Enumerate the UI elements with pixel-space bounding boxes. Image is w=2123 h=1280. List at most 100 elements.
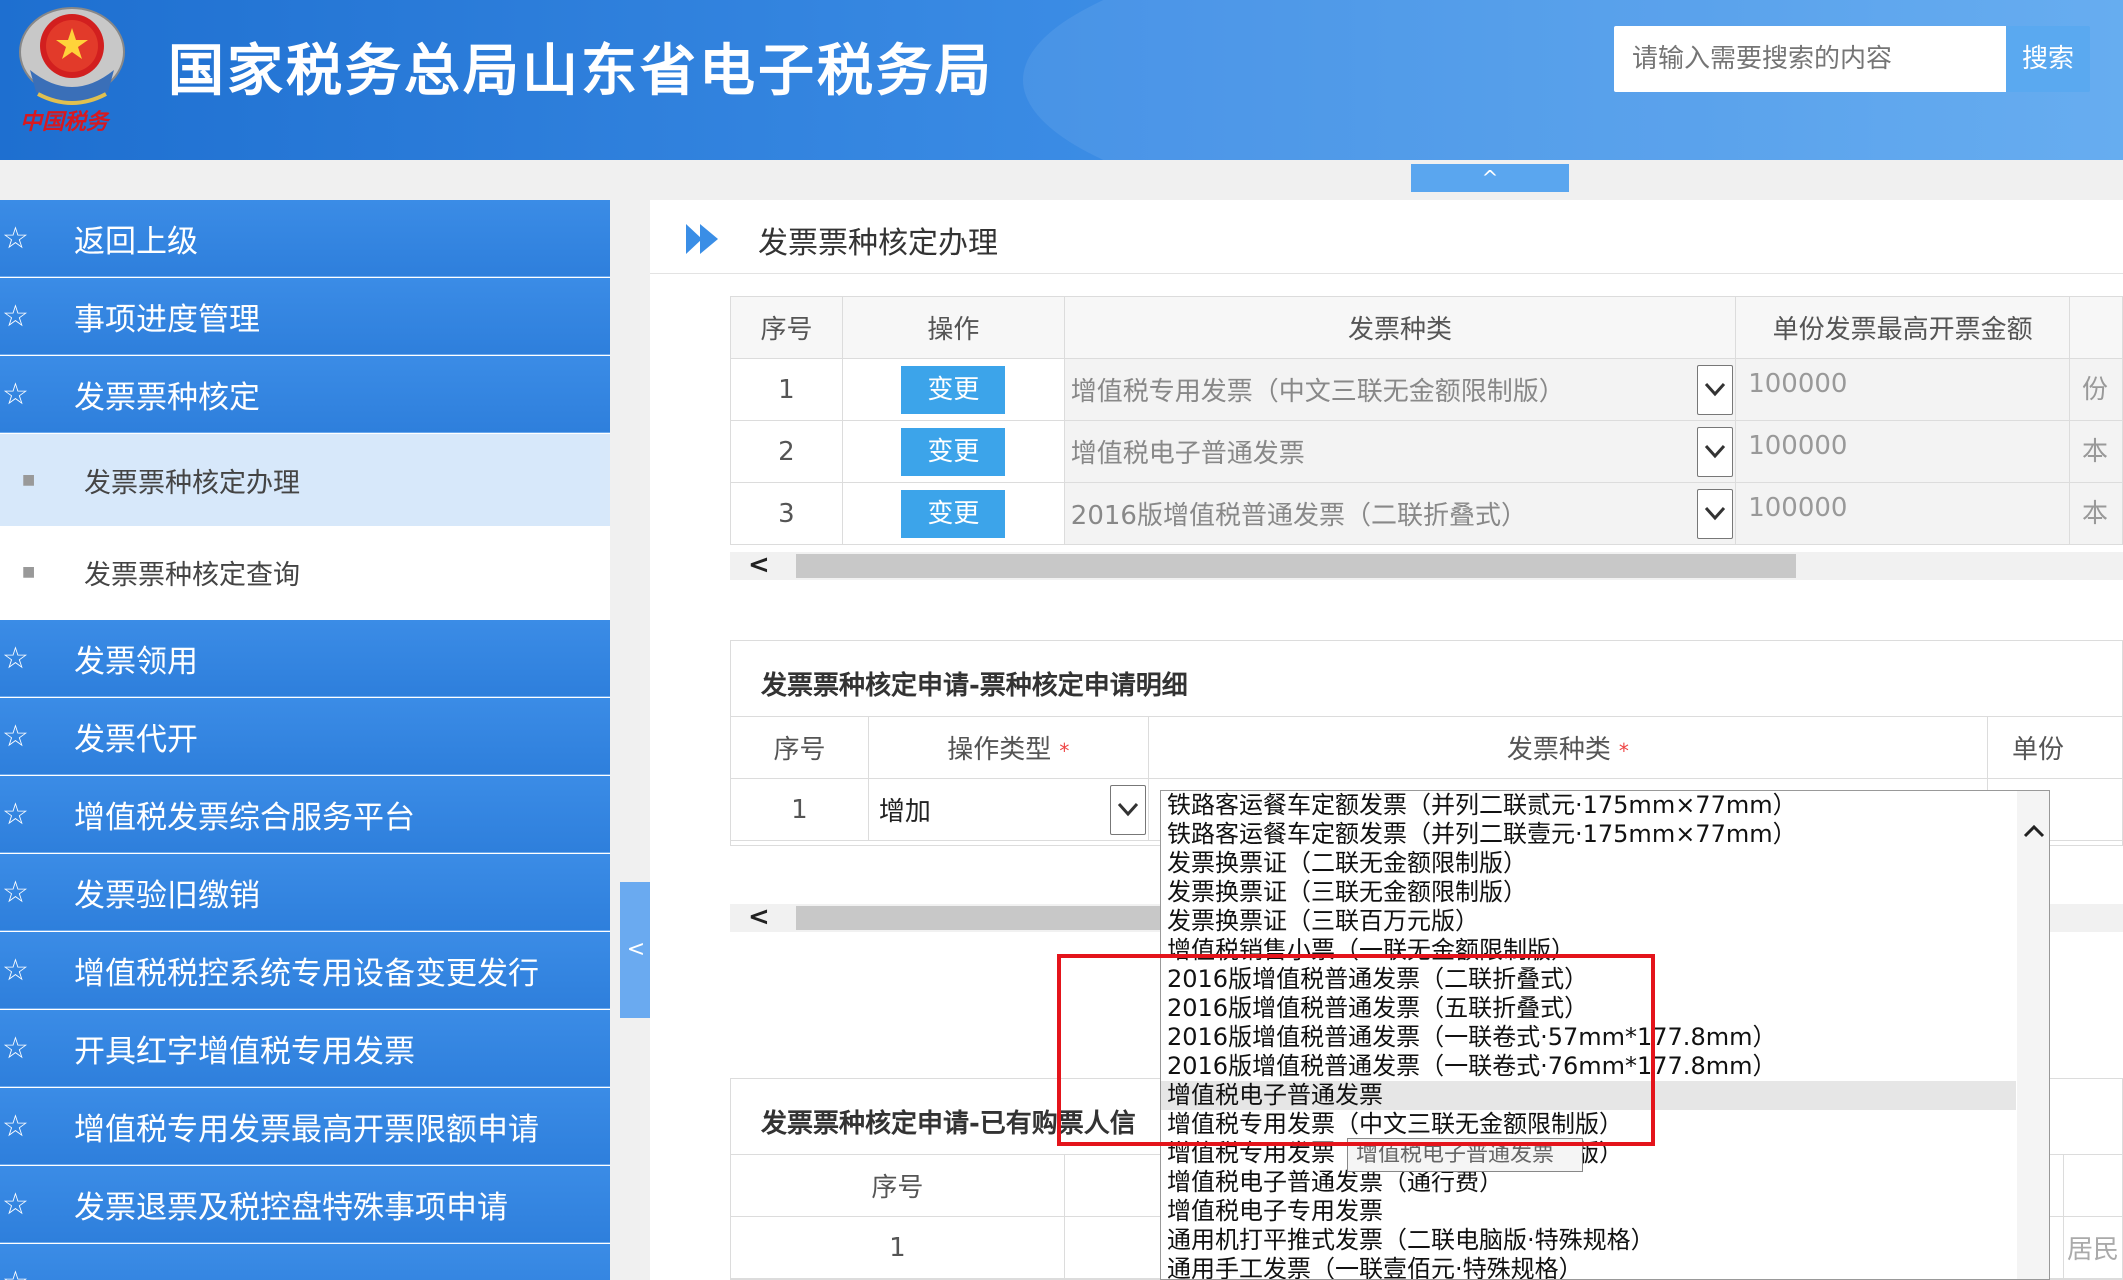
row-number: 3	[730, 482, 843, 545]
sidebar-item-vat-platform[interactable]: ☆ 增值税发票综合服务平台	[0, 776, 610, 853]
chevron-down-icon[interactable]	[1697, 365, 1734, 415]
required-mark: *	[1059, 739, 1070, 763]
max-amount-cell: 100000	[1735, 420, 2070, 483]
section-title: 发票票种核定申请-票种核定申请明细	[761, 671, 1188, 701]
bullet-icon: ■	[22, 564, 36, 580]
bullet-icon: ■	[22, 472, 36, 488]
sidebar-item-invoice-cancel[interactable]: ☆ 发票验旧缴销	[0, 854, 610, 931]
sidebar-item-invoice-receive[interactable]: ☆ 发票领用	[0, 620, 610, 697]
chevron-down-icon[interactable]	[1109, 785, 1146, 835]
scrollbar-thumb[interactable]	[796, 554, 1796, 578]
select-value: 2016版增值税普通发票（二联折叠式）	[1070, 501, 1527, 531]
star-outline-icon: ☆	[2, 376, 29, 412]
unit-cell: 本	[2068, 420, 2123, 483]
select-value: 增值税专用发票（中文三联无金额限制版）	[1070, 377, 1565, 407]
sidebar-subitem-approval-query[interactable]: ■ 发票票种核定查询	[0, 526, 610, 618]
dropdown-option[interactable]: 发票换票证（三联百万元版）	[1167, 907, 1479, 936]
sidebar-item-red-invoice[interactable]: ☆ 开具红字增值税专用发票	[0, 1010, 610, 1087]
row-number: 1	[730, 1216, 1065, 1279]
cell: 居民	[2063, 1216, 2123, 1279]
dropdown-scrollbar[interactable]	[2017, 791, 2049, 1279]
sidebar-item-label: 发票票种核定	[74, 379, 260, 416]
sidebar-item-label: 增值税发票综合服务平台	[74, 799, 415, 836]
change-button[interactable]: 变更	[901, 427, 1006, 476]
dropdown-option[interactable]: 发票换票证（三联无金额限制版）	[1167, 878, 1527, 907]
sidebar-item-back[interactable]: ☆ 返回上级	[0, 200, 610, 277]
column-header-overflow	[2068, 296, 2123, 359]
sidebar-item-invoice-issue[interactable]: ☆ 发票代开	[0, 698, 610, 775]
page-header: 发票票种核定办理	[650, 200, 2123, 274]
table1-horizontal-scrollbar[interactable]: <	[730, 550, 2123, 580]
table-row: 2 变更 增值税电子普通发票 100000 本	[730, 420, 2123, 483]
action-cell: 变更	[841, 482, 1065, 545]
approved-types-table: 序号 操作 发票种类 单份发票最高开票金额 1 变更 增值税专用发票（中文三联无…	[730, 296, 2123, 545]
column-header: 发票种类 *	[1147, 716, 1989, 779]
star-outline-icon: ☆	[2, 874, 29, 910]
change-button[interactable]: 变更	[901, 365, 1006, 414]
action-cell: 变更	[841, 420, 1065, 483]
sidebar-item-label: 发票退票及税控盘特殊事项申请	[74, 1189, 508, 1226]
chevron-down-icon[interactable]	[1697, 489, 1734, 539]
row-number: 1	[730, 358, 843, 421]
sidebar-toggle-button[interactable]: <	[620, 882, 652, 1018]
chevron-up-icon[interactable]	[2023, 819, 2045, 844]
invoice-type-select[interactable]: 增值税专用发票（中文三联无金额限制版）	[1063, 358, 1737, 421]
dropdown-option[interactable]: 发票换票证（二联无金额限制版）	[1167, 849, 1527, 878]
star-outline-icon: ☆	[2, 298, 29, 334]
dropdown-option[interactable]: 通用手工发票（一联壹佰元·特殊规格）	[1167, 1255, 1583, 1279]
scroll-left-icon[interactable]: <	[748, 550, 770, 580]
sidebar-item-label: 发票代开	[74, 721, 198, 758]
column-header: 操作类型 *	[867, 716, 1149, 779]
search-input[interactable]	[1614, 26, 2006, 92]
star-outline-icon: ☆	[2, 1030, 29, 1066]
dropdown-option[interactable]: 通用机打平推式发票（二联电脑版·特殊规格）	[1167, 1226, 1655, 1255]
sidebar-item-refund-special[interactable]: ☆ 发票退票及税控盘特殊事项申请	[0, 1166, 610, 1243]
column-header: 单份	[1987, 716, 2123, 779]
dropdown-option[interactable]: 铁路客运餐车定额发票（并列二联贰元·175mm×77mm）	[1167, 791, 1797, 820]
sidebar-item-tax-device[interactable]: ☆ 增值税税控系统专用设备变更发行	[0, 932, 610, 1009]
star-outline-icon: ☆	[2, 952, 29, 988]
column-header: 操作	[841, 296, 1065, 359]
unit-cell: 本	[2068, 482, 2123, 545]
star-outline-icon: ☆	[2, 718, 29, 754]
dropdown-option[interactable]: 铁路客运餐车定额发票（并列二联壹元·175mm×77mm）	[1167, 820, 1797, 849]
max-amount-cell: 100000	[1735, 482, 2070, 545]
sidebar-subitem-label: 发票票种核定办理	[84, 467, 300, 499]
search-button[interactable]: 搜索	[2006, 26, 2090, 92]
scroll-left-icon[interactable]: <	[748, 902, 770, 932]
required-mark: *	[1618, 739, 1629, 763]
table-row: 3 变更 2016版增值税普通发票（二联折叠式） 100000 本	[730, 482, 2123, 545]
column-header	[2063, 1154, 2123, 1217]
sidebar-item-invoice-type-approval[interactable]: ☆ 发票票种核定	[0, 356, 610, 433]
change-button[interactable]: 变更	[901, 489, 1006, 538]
sidebar: ☆ 返回上级 ☆ 事项进度管理 ☆ 发票票种核定 ■ 发票票种核定办理 ■ 发票…	[0, 200, 610, 1280]
star-outline-icon: ☆	[0, 1265, 74, 1280]
emblem-caption: 中国税务	[20, 109, 109, 135]
header-label: 操作类型	[947, 735, 1052, 765]
column-header: 序号	[730, 1154, 1065, 1217]
sidebar-item-limit-apply[interactable]: ☆ 增值税专用发票最高开票限额申请	[0, 1088, 610, 1165]
sidebar-item-more[interactable]: ☆	[0, 1244, 610, 1280]
star-outline-icon: ☆	[2, 640, 29, 676]
collapse-header-button[interactable]: ^	[1411, 164, 1569, 192]
column-header: 发票种类	[1063, 296, 1737, 359]
sidebar-item-label: 事项进度管理	[74, 301, 260, 338]
sidebar-item-label: 发票领用	[74, 643, 198, 680]
header: 中国税务 国家税务总局山东省电子税务局 搜索	[0, 0, 2123, 160]
sidebar-subitem-approval-handle[interactable]: ■ 发票票种核定办理	[0, 434, 610, 526]
row-number: 2	[730, 420, 843, 483]
sidebar-item-label: 发票验旧缴销	[74, 877, 260, 914]
dropdown-option[interactable]: 增值税电子普通发票（通行费）	[1167, 1168, 1503, 1197]
site-title: 国家税务总局山东省电子税务局	[168, 39, 994, 104]
tax-emblem-logo: 中国税务	[8, 0, 136, 145]
select-value: 增加	[878, 797, 931, 827]
sidebar-item-label: 增值税专用发票最高开票限额申请	[74, 1111, 539, 1148]
dropdown-option[interactable]: 增值税电子专用发票	[1167, 1197, 1383, 1226]
invoice-type-select[interactable]: 增值税电子普通发票	[1063, 420, 1737, 483]
invoice-type-select[interactable]: 2016版增值税普通发票（二联折叠式）	[1063, 482, 1737, 545]
operation-type-select[interactable]: 增加	[867, 778, 1149, 841]
sidebar-item-progress[interactable]: ☆ 事项进度管理	[0, 278, 610, 355]
chevron-down-icon[interactable]	[1697, 427, 1734, 477]
sidebar-item-label: 返回上级	[74, 223, 198, 260]
star-outline-icon: ☆	[2, 1108, 29, 1144]
